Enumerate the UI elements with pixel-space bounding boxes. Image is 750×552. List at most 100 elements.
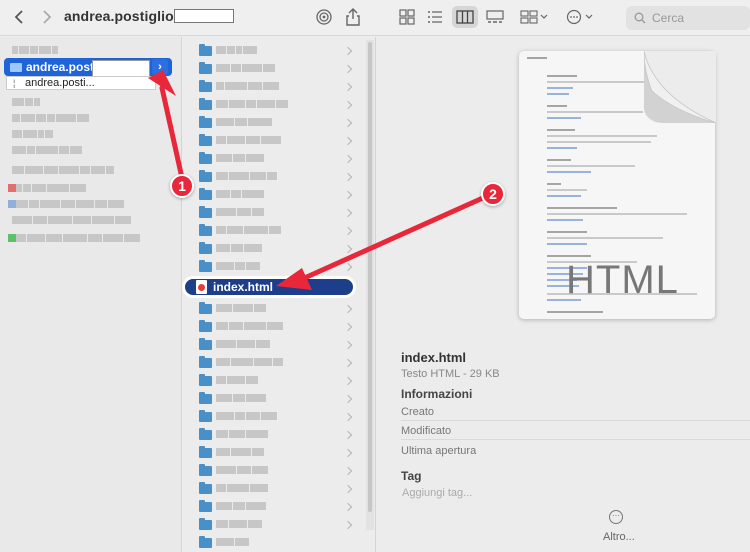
doc-text-line: [547, 111, 643, 113]
list-item[interactable]: [216, 190, 264, 198]
folder-icon: [199, 482, 212, 494]
folder-icon: [199, 242, 212, 254]
list-item[interactable]: [12, 130, 53, 138]
list-item[interactable]: [216, 322, 283, 330]
folder-icon: [199, 116, 212, 128]
chevron-right-icon: ›: [158, 61, 162, 73]
list-item[interactable]: [216, 466, 268, 474]
list-item[interactable]: [216, 262, 260, 270]
list-item[interactable]: [216, 100, 288, 108]
list-item[interactable]: [216, 304, 266, 312]
list-item[interactable]: [12, 98, 40, 106]
list-item[interactable]: [12, 114, 89, 122]
doc-text-line: [527, 57, 547, 59]
divider: [401, 439, 750, 440]
folder-icon: [199, 260, 212, 272]
folder-icon: [199, 152, 212, 164]
preview-file-name: index.html: [401, 350, 467, 365]
step-badge-1: 1: [170, 174, 194, 198]
list-item[interactable]: [216, 154, 264, 162]
search-field[interactable]: Cerca: [626, 6, 750, 30]
expand-chevron-button[interactable]: ›: [152, 59, 168, 75]
list-item[interactable]: [12, 46, 58, 54]
modified-label: Modificato: [401, 425, 452, 437]
chevron-left-icon: [14, 10, 23, 24]
page-curl-icon: [644, 51, 716, 123]
colored-app-icon: [8, 234, 16, 242]
drag-preview-text: andrea.posti...: [25, 77, 95, 89]
gallery-view-button[interactable]: [484, 6, 506, 28]
colored-app-icon: [8, 184, 16, 192]
more-button[interactable]: ···: [603, 510, 629, 524]
cursor-tick-icon: ¦: [13, 78, 16, 88]
airdrop-button[interactable]: [314, 6, 334, 28]
list-item[interactable]: [216, 538, 249, 546]
folder-icon: [10, 63, 22, 72]
search-placeholder: Cerca: [652, 11, 685, 25]
airdrop-icon: [316, 9, 332, 25]
folder-icon: [199, 224, 212, 236]
folder-icon: [199, 170, 212, 182]
list-item[interactable]: [216, 484, 268, 492]
preview-file-type-label: HTML: [566, 258, 679, 302]
list-item[interactable]: [216, 244, 262, 252]
list-item[interactable]: [216, 64, 275, 72]
list-item[interactable]: [216, 448, 264, 456]
folder-icon: [199, 302, 212, 314]
list-item[interactable]: [216, 502, 266, 510]
list-item[interactable]: [12, 166, 114, 174]
list-item[interactable]: [216, 172, 277, 180]
doc-text-line: [547, 171, 591, 173]
list-item[interactable]: [12, 234, 140, 242]
share-icon: [346, 8, 360, 26]
list-item[interactable]: [12, 216, 131, 224]
doc-text-line: [547, 219, 583, 221]
column-2-scroll-thumb[interactable]: [368, 42, 372, 512]
list-item[interactable]: [12, 184, 86, 192]
list-item[interactable]: [216, 358, 283, 366]
list-item[interactable]: [12, 146, 82, 154]
divider: [401, 420, 750, 421]
preview-file-type: Testo HTML - 29 KB: [401, 368, 500, 380]
add-tag-input[interactable]: Aggiungi tag...: [402, 487, 472, 499]
list-item[interactable]: [216, 520, 262, 528]
folder-icon: [199, 62, 212, 74]
folder-icon: [199, 410, 212, 422]
list-item[interactable]: [216, 46, 257, 54]
forward-button[interactable]: [38, 6, 56, 28]
back-button[interactable]: [10, 6, 28, 28]
selected-file-row[interactable]: index.html: [182, 276, 356, 298]
list-item[interactable]: [216, 394, 266, 402]
list-item[interactable]: [216, 376, 258, 384]
icon-view-button[interactable]: [396, 6, 418, 28]
doc-text-line: [547, 237, 663, 239]
list-item[interactable]: [216, 430, 268, 438]
drag-preview-label: ¦ andrea.posti...: [6, 76, 156, 90]
action-menu-button[interactable]: [566, 6, 596, 28]
share-button[interactable]: [344, 6, 362, 28]
folder-icon: [199, 98, 212, 110]
column-2-scrollbar[interactable]: [366, 40, 374, 530]
doc-text-line: [547, 311, 603, 313]
doc-text-line: [547, 165, 635, 167]
group-menu-button[interactable]: [520, 6, 550, 28]
list-item[interactable]: [216, 118, 272, 126]
more-label[interactable]: Altro...: [603, 531, 635, 543]
finder-toolbar: andrea.postiglione_ Cerca: [0, 0, 750, 36]
ellipsis-circle-icon: ···: [609, 510, 623, 524]
column-view-button[interactable]: [452, 6, 478, 28]
list-item[interactable]: [216, 136, 281, 144]
column-view-icon: [456, 10, 474, 24]
list-item[interactable]: [12, 200, 124, 208]
list-view-button[interactable]: [424, 6, 446, 28]
doc-text-line: [547, 147, 577, 149]
redacted-title-box: [174, 9, 234, 23]
list-item[interactable]: [216, 412, 277, 420]
doc-text-line: [547, 213, 687, 215]
list-item[interactable]: [216, 226, 281, 234]
list-item[interactable]: [216, 208, 264, 216]
list-item[interactable]: [216, 340, 270, 348]
list-item[interactable]: [216, 82, 279, 90]
colored-app-icon: [8, 200, 16, 208]
doc-text-line: [547, 87, 573, 89]
